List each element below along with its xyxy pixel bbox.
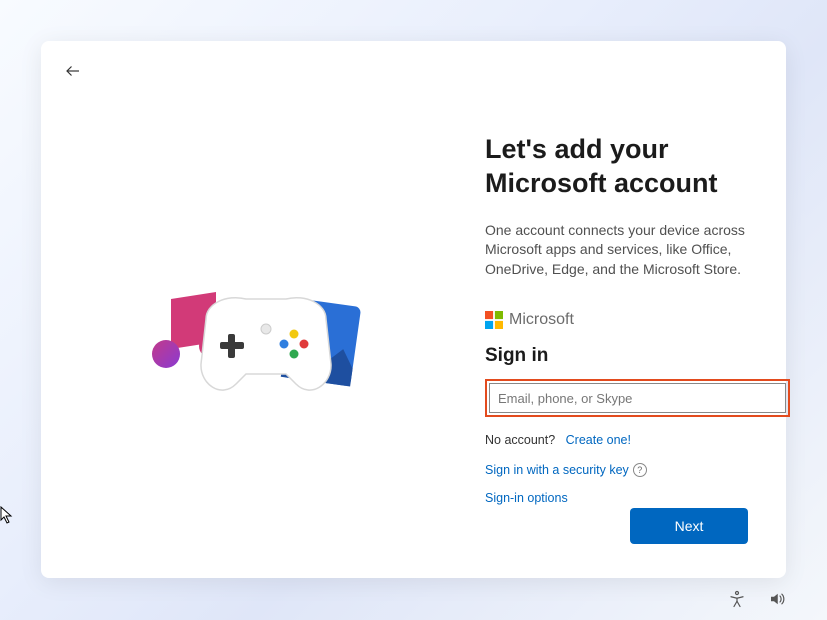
microsoft-logo-icon xyxy=(485,311,503,329)
page-description: One account connects your device across … xyxy=(485,221,790,280)
security-key-link[interactable]: Sign in with a security key xyxy=(485,463,629,477)
input-highlight-box xyxy=(485,379,790,417)
volume-button[interactable] xyxy=(767,589,787,609)
signin-options-link[interactable]: Sign-in options xyxy=(485,491,568,505)
security-key-row: Sign in with a security key ? xyxy=(485,463,790,477)
accessibility-icon xyxy=(728,590,746,608)
back-arrow-icon xyxy=(64,62,82,80)
accessibility-button[interactable] xyxy=(727,589,747,609)
signin-heading: Sign in xyxy=(485,345,790,367)
taskbar-icons xyxy=(727,589,787,609)
next-button[interactable]: Next xyxy=(630,508,748,544)
help-icon[interactable]: ? xyxy=(633,463,647,477)
setup-card: Let's add your Microsoft account One acc… xyxy=(41,41,786,578)
create-account-link[interactable]: Create one! xyxy=(566,433,631,447)
mouse-cursor-icon xyxy=(0,506,14,524)
microsoft-brand-row: Microsoft xyxy=(485,311,790,329)
hero-illustration xyxy=(136,284,376,414)
page-title: Let's add your Microsoft account xyxy=(485,133,790,201)
microsoft-brand-text: Microsoft xyxy=(509,311,574,329)
back-button[interactable] xyxy=(61,59,85,83)
signin-options-row: Sign-in options xyxy=(485,491,790,505)
form-pane: Let's add your Microsoft account One acc… xyxy=(485,133,790,519)
no-account-row: No account? Create one! xyxy=(485,433,790,447)
no-account-text: No account? xyxy=(485,433,555,447)
email-input[interactable] xyxy=(489,383,786,413)
volume-icon xyxy=(768,590,786,608)
